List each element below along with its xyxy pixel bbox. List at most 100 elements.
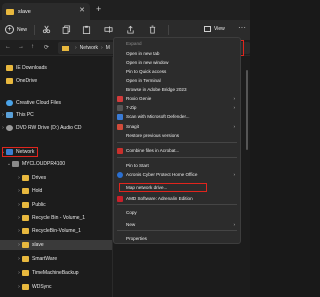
menu-item-label: Snagit bbox=[126, 124, 140, 129]
menu-item-label: Acronis Cyber Protect Home Office bbox=[126, 172, 198, 177]
menu-item-open-new-window[interactable]: Open in new window bbox=[114, 58, 240, 67]
sidebar-item-label: MYCLOUDPR4100 bbox=[22, 161, 66, 167]
menu-item-restore-versions[interactable]: Restore previous versions bbox=[114, 131, 240, 140]
menu-item-snagit[interactable]: Snagit › bbox=[114, 122, 240, 131]
up-button[interactable]: ↑ bbox=[31, 44, 34, 50]
sidebar-item-recycle-bin-volume-1[interactable]: › Recycle Bin - Volume_1 bbox=[0, 213, 112, 223]
context-menu: Expand Open in new tab Open in new windo… bbox=[113, 37, 241, 244]
menu-divider bbox=[117, 230, 237, 231]
menu-item-label: New bbox=[126, 222, 136, 227]
menu-item-label: Properties bbox=[126, 236, 147, 241]
network-highlight-box bbox=[2, 147, 38, 157]
sidebar-item-label: RecycleBin-Volume_1 bbox=[32, 228, 81, 234]
new-button[interactable]: + New bbox=[5, 25, 27, 34]
toolbar-divider bbox=[168, 25, 169, 35]
scrollbar[interactable] bbox=[246, 70, 248, 150]
menu-item-pin-start[interactable]: Pin to Start bbox=[114, 161, 240, 170]
menu-item-expand: Expand bbox=[114, 39, 240, 48]
sidebar-item-dvd-drive[interactable]: › DVD RW Drive (D:) Audio CD bbox=[0, 123, 112, 133]
back-button[interactable]: ← bbox=[5, 44, 11, 50]
folder-icon bbox=[6, 8, 14, 15]
sidebar-item-drives[interactable]: › Drives bbox=[0, 173, 112, 183]
7zip-icon bbox=[117, 104, 123, 111]
close-icon[interactable]: ✕ bbox=[79, 6, 85, 14]
menu-item-acronis[interactable]: Acronis Cyber Protect Home Office › bbox=[114, 170, 240, 179]
menu-item-label: Pin to Quick access bbox=[126, 69, 167, 74]
new-tab-button[interactable]: + bbox=[96, 4, 101, 14]
sidebar-item-label: WDSync bbox=[32, 284, 52, 290]
file-explorer-window: slave ✕ + + New View ··· ← → ↑ ⟳ › Netwo… bbox=[0, 0, 250, 297]
sidebar-item-onedrive[interactable]: OneDrive bbox=[0, 76, 112, 86]
menu-item-open-terminal[interactable]: Open in Terminal bbox=[114, 76, 240, 85]
sidebar-item-label: OneDrive bbox=[16, 78, 38, 84]
disc-icon bbox=[6, 125, 13, 131]
server-icon bbox=[12, 161, 19, 167]
rename-icon[interactable] bbox=[104, 25, 113, 34]
new-label: New bbox=[17, 26, 28, 33]
more-options-icon[interactable]: ··· bbox=[238, 23, 246, 32]
tab-title: slave bbox=[18, 8, 31, 15]
sidebar-item-mycloudpr4100[interactable]: ⌄ MYCLOUDPR4100 bbox=[0, 159, 112, 169]
cut-icon[interactable] bbox=[42, 25, 51, 34]
folder-icon bbox=[22, 270, 29, 276]
shield-icon bbox=[117, 113, 123, 120]
menu-item-roxio-genie[interactable]: Roxio Genie › bbox=[114, 94, 240, 103]
navigation-pane: IE Downloads OneDrive Creative Cloud Fil… bbox=[0, 57, 112, 297]
sidebar-item-smartware[interactable]: › SmartWare bbox=[0, 254, 112, 264]
menu-divider bbox=[117, 204, 237, 205]
roxio-icon bbox=[117, 95, 123, 102]
paste-icon[interactable] bbox=[82, 25, 91, 34]
menu-item-scan-defender[interactable]: Scan with Microsoft Defender... bbox=[114, 112, 240, 121]
sidebar-item-hold[interactable]: › Hold bbox=[0, 186, 112, 196]
folder-icon bbox=[22, 175, 29, 181]
folder-icon bbox=[6, 65, 13, 71]
menu-item-new[interactable]: New › bbox=[114, 220, 240, 229]
menu-item-properties[interactable]: Properties bbox=[114, 234, 240, 243]
sidebar-item-ie-downloads[interactable]: IE Downloads bbox=[0, 63, 112, 73]
sidebar-item-wdsync[interactable]: › WDSync bbox=[0, 282, 112, 292]
sidebar-item-creative-cloud-files[interactable]: Creative Cloud Files bbox=[0, 98, 112, 108]
menu-item-label: AMD Software: Adrenalin Edition bbox=[126, 196, 193, 201]
copy-icon[interactable] bbox=[62, 25, 71, 34]
menu-item-7zip[interactable]: 7-Zip › bbox=[114, 103, 240, 112]
share-icon[interactable] bbox=[126, 25, 135, 34]
menu-item-copy[interactable]: Copy bbox=[114, 208, 240, 217]
sidebar-item-recyclebin-volume-1[interactable]: › RecycleBin-Volume_1 bbox=[0, 226, 112, 236]
view-button[interactable]: View bbox=[204, 26, 225, 32]
breadcrumb-network[interactable]: Network bbox=[80, 45, 98, 51]
sidebar-item-this-pc[interactable]: › This PC bbox=[0, 110, 112, 120]
sidebar-item-label: SmartWare bbox=[32, 256, 58, 262]
forward-button[interactable]: → bbox=[18, 44, 24, 50]
menu-item-label: 7-Zip bbox=[126, 105, 137, 110]
folder-icon bbox=[22, 188, 29, 194]
menu-item-pin-quick-access[interactable]: Pin to Quick access bbox=[114, 67, 240, 76]
menu-item-amd-software[interactable]: AMD Software: Adrenalin Edition bbox=[114, 194, 240, 203]
amd-icon bbox=[117, 195, 123, 202]
plus-icon: + bbox=[5, 25, 14, 34]
folder-icon bbox=[22, 242, 29, 248]
chevron-right-icon: › bbox=[233, 124, 235, 129]
menu-item-open-new-tab[interactable]: Open in new tab bbox=[114, 49, 240, 58]
menu-item-label: Pin to Start bbox=[126, 163, 149, 168]
sidebar-item-timemachinebackup[interactable]: › TimeMachineBackup bbox=[0, 268, 112, 278]
folder-icon bbox=[22, 202, 29, 208]
menu-item-browse-adobe-bridge[interactable]: Browse in Adobe Bridge 2023 bbox=[114, 85, 240, 94]
sidebar-item-public[interactable]: › Public bbox=[0, 200, 112, 210]
tab-slave[interactable]: slave ✕ bbox=[2, 3, 90, 20]
chevron-right-icon: › bbox=[233, 222, 235, 227]
sidebar-item-label: DVD RW Drive (D:) Audio CD bbox=[16, 125, 82, 131]
menu-item-combine-acrobat[interactable]: Combine files in Acrobat... bbox=[114, 146, 240, 155]
menu-item-label: Expand bbox=[126, 41, 142, 46]
menu-item-label: Roxio Genie bbox=[126, 96, 152, 101]
menu-divider bbox=[117, 157, 237, 158]
sidebar-item-slave[interactable]: › slave bbox=[0, 240, 112, 250]
sidebar-item-label: Public bbox=[32, 202, 46, 208]
chevron-right-icon: › bbox=[233, 96, 235, 101]
refresh-button[interactable]: ⟳ bbox=[44, 44, 49, 51]
menu-item-label: Combine files in Acrobat... bbox=[126, 148, 180, 153]
sidebar-item-label: TimeMachineBackup bbox=[32, 270, 79, 276]
sidebar-item-label: IE Downloads bbox=[16, 65, 47, 71]
delete-icon[interactable] bbox=[148, 25, 157, 34]
breadcrumb-m[interactable]: M bbox=[106, 45, 110, 51]
view-grid-icon bbox=[204, 26, 211, 32]
